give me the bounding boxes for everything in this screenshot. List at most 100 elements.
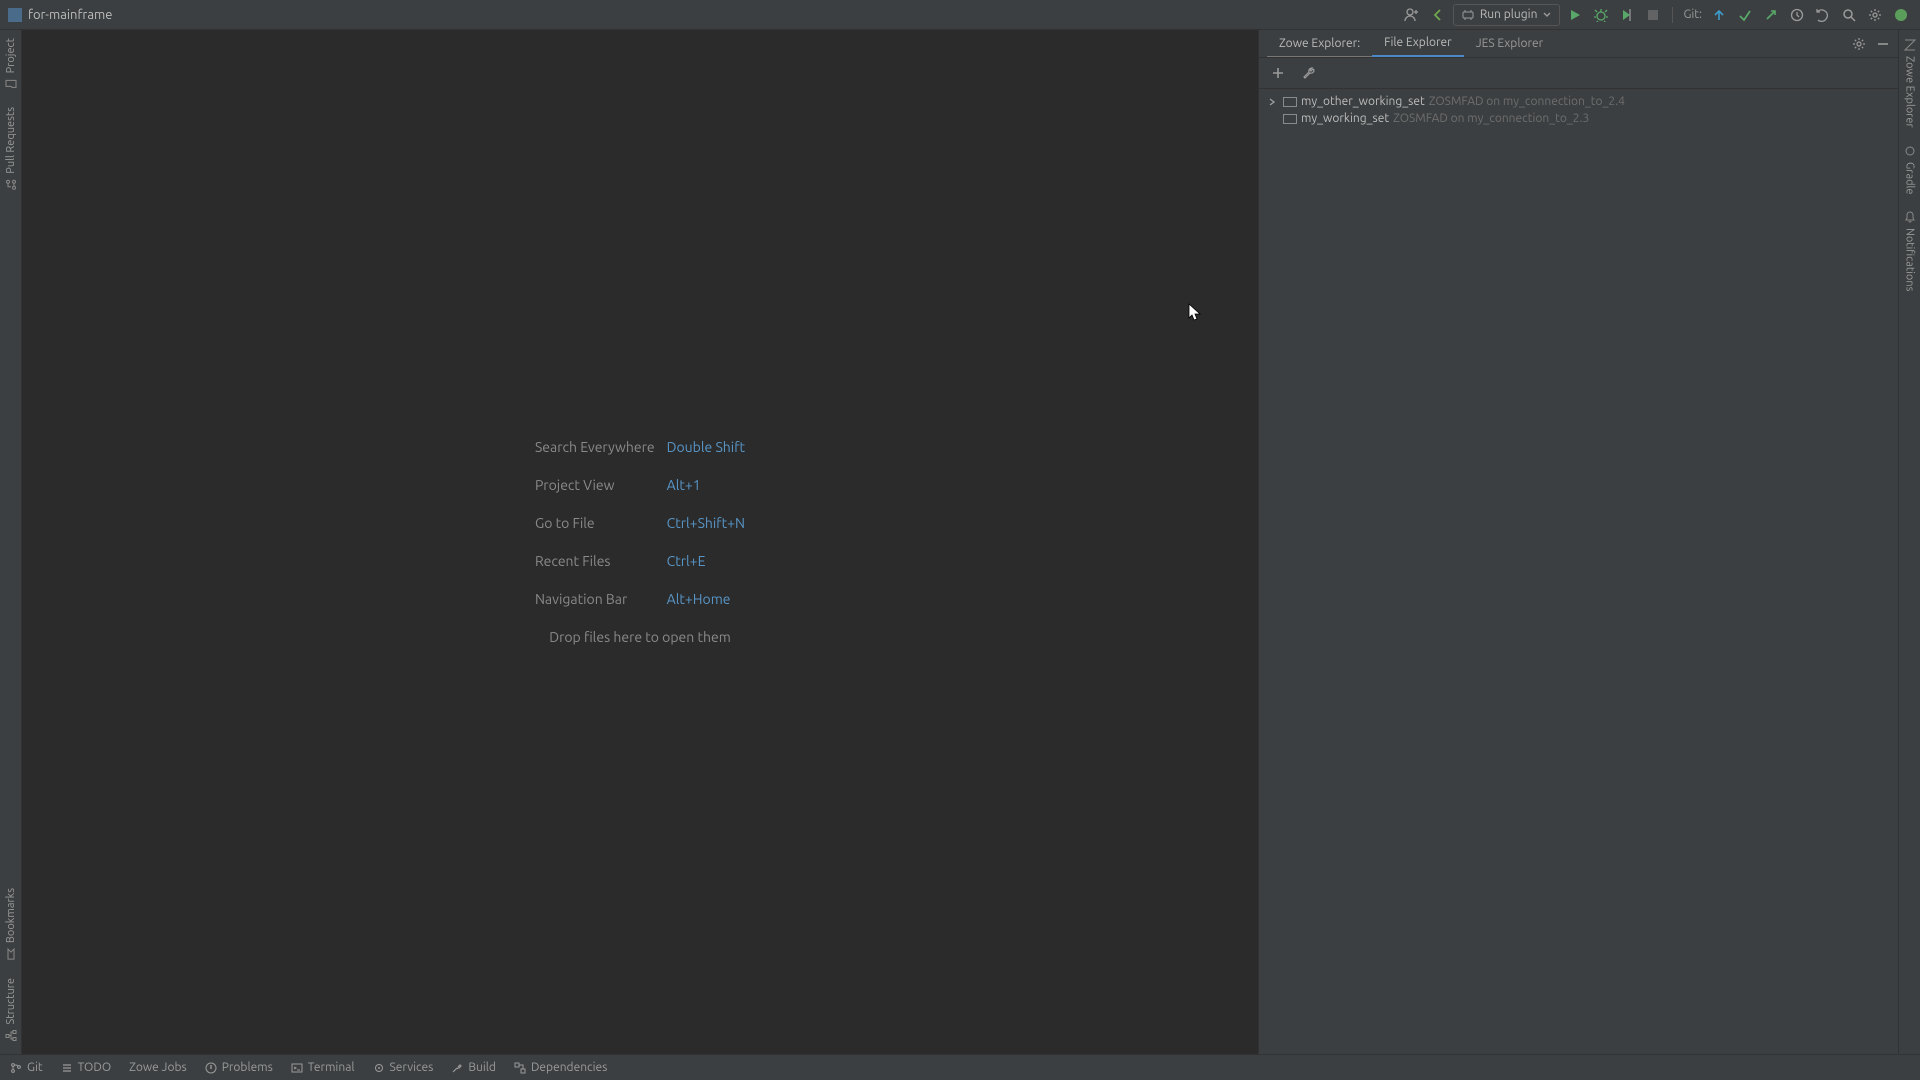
status-terminal-label: Terminal	[308, 1061, 355, 1074]
tree-row-connection: ZOSMFAD on my_connection_to_2.3	[1393, 112, 1589, 125]
status-zowe-jobs[interactable]: Zowe Jobs	[129, 1061, 187, 1074]
editor-hints: Search Everywhere Double Shift Project V…	[535, 439, 745, 645]
pull-requests-label: Pull Requests	[5, 107, 17, 174]
left-tool-gutter: Project Pull Requests Bookmarks Struc	[0, 30, 22, 1054]
debug-button[interactable]	[1590, 4, 1612, 26]
pull-requests-toolwindow-button[interactable]: Pull Requests	[2, 99, 20, 200]
hint-goto-file-label: Go to File	[535, 515, 655, 531]
status-problems-label: Problems	[222, 1061, 273, 1074]
rollback-icon[interactable]	[1812, 4, 1834, 26]
add-button[interactable]	[1267, 62, 1289, 84]
dependencies-icon	[514, 1062, 526, 1074]
working-set-icon	[1283, 97, 1297, 107]
settings-wrench-icon[interactable]	[1297, 62, 1319, 84]
status-build[interactable]: Build	[451, 1061, 496, 1074]
zowe-explorer-label: Zowe Explorer	[1904, 56, 1916, 128]
status-problems[interactable]: Problems	[205, 1061, 273, 1074]
panel-settings-gear-icon[interactable]	[1848, 33, 1870, 55]
hint-navbar-key: Alt+Home	[667, 591, 745, 607]
tree-row-name: my_working_set	[1301, 112, 1389, 125]
notifications-label: Notifications	[1904, 228, 1916, 291]
separator	[1672, 7, 1673, 23]
add-user-icon[interactable]	[1401, 4, 1423, 26]
structure-toolwindow-button[interactable]: Structure	[2, 970, 20, 1051]
gradle-toolwindow-button[interactable]: Gradle	[1901, 136, 1919, 203]
project-folder-icon	[8, 8, 22, 22]
hint-project-view-key: Alt+1	[667, 477, 745, 493]
pull-request-icon	[4, 178, 18, 192]
status-git[interactable]: Git	[10, 1061, 43, 1074]
hint-drop-files: Drop files here to open them	[535, 629, 745, 645]
stop-button[interactable]	[1642, 4, 1664, 26]
chevron-right-icon[interactable]	[1265, 98, 1279, 106]
run-with-coverage-button[interactable]	[1616, 4, 1638, 26]
run-configuration-selector[interactable]: Run plugin	[1453, 4, 1561, 26]
terminal-icon	[291, 1062, 303, 1074]
status-dependencies-label: Dependencies	[531, 1061, 607, 1074]
hint-recent-key: Ctrl+E	[667, 553, 745, 569]
hint-recent-label: Recent Files	[535, 553, 655, 569]
avatar-icon[interactable]	[1890, 4, 1912, 26]
statusbar: Git TODO Zowe Jobs Problems Terminal Ser…	[0, 1054, 1920, 1080]
zowe-explorer-panel: Zowe Explorer: File Explorer JES Explore…	[1258, 30, 1898, 1054]
panel-tabbar: Zowe Explorer: File Explorer JES Explore…	[1259, 30, 1898, 58]
status-build-label: Build	[468, 1061, 496, 1074]
tab-file-explorer[interactable]: File Explorer	[1372, 30, 1464, 57]
plugin-icon	[1462, 9, 1474, 21]
titlebar-left: for-mainframe	[8, 8, 112, 22]
services-icon	[373, 1062, 385, 1074]
project-toolwindow-button[interactable]: Project	[2, 30, 20, 99]
status-zowe-jobs-label: Zowe Jobs	[129, 1061, 187, 1074]
zowe-icon	[1903, 38, 1917, 52]
hint-goto-file-key: Ctrl+Shift+N	[667, 515, 745, 531]
search-everywhere-icon[interactable]	[1838, 4, 1860, 26]
history-icon[interactable]	[1786, 4, 1808, 26]
gradle-icon	[1903, 144, 1917, 158]
panel-hide-icon[interactable]	[1872, 33, 1894, 55]
tree-row-connection: ZOSMFAD on my_connection_to_2.4	[1429, 95, 1625, 108]
status-git-label: Git	[27, 1061, 43, 1074]
chevron-down-icon	[1543, 11, 1551, 19]
notifications-toolwindow-button[interactable]: Notifications	[1901, 202, 1919, 299]
working-set-icon	[1283, 114, 1297, 124]
tree-row[interactable]: my_working_set ZOSMFAD on my_connection_…	[1259, 110, 1898, 127]
tab-zowe-explorer[interactable]: Zowe Explorer:	[1267, 31, 1372, 56]
bell-icon	[1903, 210, 1917, 224]
mouse-cursor-icon	[1188, 303, 1202, 323]
status-todo-label: TODO	[78, 1061, 112, 1074]
bookmark-icon	[4, 948, 18, 962]
hammer-icon	[451, 1062, 463, 1074]
git-label: Git:	[1681, 8, 1704, 21]
commit-icon[interactable]	[1734, 4, 1756, 26]
working-sets-tree: my_other_working_set ZOSMFAD on my_conne…	[1259, 89, 1898, 131]
status-services[interactable]: Services	[373, 1061, 434, 1074]
hint-project-view-label: Project View	[535, 477, 655, 493]
bookmarks-toolwindow-button[interactable]: Bookmarks	[2, 880, 20, 969]
tab-jes-explorer[interactable]: JES Explorer	[1464, 31, 1555, 56]
run-button[interactable]	[1564, 4, 1586, 26]
branch-icon	[10, 1062, 22, 1074]
gradle-label: Gradle	[1904, 162, 1916, 195]
folder-icon	[4, 77, 18, 91]
push-icon[interactable]	[1760, 4, 1782, 26]
back-arrow-icon[interactable]	[1427, 4, 1449, 26]
project-toolwindow-label: Project	[5, 38, 17, 73]
status-dependencies[interactable]: Dependencies	[514, 1061, 607, 1074]
titlebar-right: Run plugin Git:	[1401, 4, 1912, 26]
settings-gear-icon[interactable]	[1864, 4, 1886, 26]
hint-search-label: Search Everywhere	[535, 439, 655, 455]
titlebar: for-mainframe Run plugin Git:	[0, 0, 1920, 30]
status-terminal[interactable]: Terminal	[291, 1061, 355, 1074]
editor-empty-state[interactable]: Search Everywhere Double Shift Project V…	[22, 30, 1258, 1054]
zowe-explorer-toolwindow-button[interactable]: Zowe Explorer	[1901, 30, 1919, 136]
update-project-icon[interactable]	[1708, 4, 1730, 26]
right-tool-gutter: Zowe Explorer Gradle Notifications	[1898, 30, 1920, 1054]
todo-icon	[61, 1062, 73, 1074]
hint-search-key: Double Shift	[667, 439, 745, 455]
structure-icon	[4, 1028, 18, 1042]
tree-row-name: my_other_working_set	[1301, 95, 1425, 108]
bookmarks-label: Bookmarks	[5, 888, 17, 943]
status-todo[interactable]: TODO	[61, 1061, 112, 1074]
tree-row[interactable]: my_other_working_set ZOSMFAD on my_conne…	[1259, 93, 1898, 110]
main-area: Project Pull Requests Bookmarks Struc	[0, 30, 1920, 1054]
